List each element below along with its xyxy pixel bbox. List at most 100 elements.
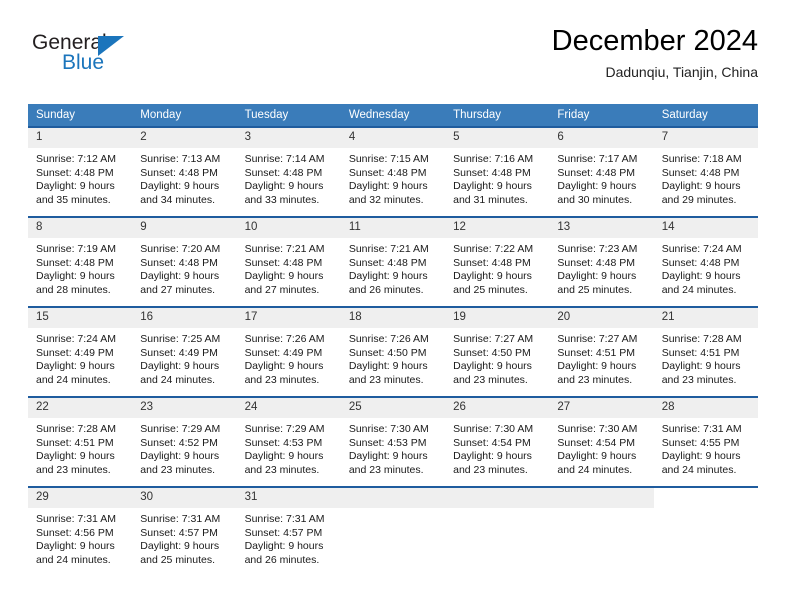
day-details: Sunrise: 7:26 AM Sunset: 4:50 PM Dayligh… [341, 328, 445, 387]
day-number [549, 488, 654, 508]
sunrise-text: Sunrise: 7:25 AM [140, 333, 221, 345]
day-cell[interactable]: 5 Sunrise: 7:16 AM Sunset: 4:48 PM Dayli… [445, 126, 550, 217]
week-row: 8 Sunrise: 7:19 AM Sunset: 4:48 PM Dayli… [28, 216, 758, 307]
weekday-header-saturday: Saturday [653, 104, 758, 127]
day-cell[interactable]: 26 Sunrise: 7:30 AM Sunset: 4:54 PM Dayl… [445, 396, 550, 487]
day-details: Sunrise: 7:31 AM Sunset: 4:57 PM Dayligh… [237, 508, 341, 567]
day-cell[interactable]: 27 Sunrise: 7:30 AM Sunset: 4:54 PM Dayl… [549, 396, 654, 487]
week-row: 22 Sunrise: 7:28 AM Sunset: 4:51 PM Dayl… [28, 396, 758, 487]
daylight-text-line1: Daylight: 9 hours [453, 180, 532, 193]
daylight-text-line2: and 33 minutes. [244, 193, 320, 206]
sunrise-text: Sunrise: 7:31 AM [244, 513, 325, 525]
daylight-text-line2: and 23 minutes. [348, 373, 424, 386]
sunset-text: Sunset: 4:48 PM [453, 166, 531, 179]
day-details: Sunrise: 7:24 AM Sunset: 4:48 PM Dayligh… [654, 238, 758, 297]
day-cell[interactable]: 25 Sunrise: 7:30 AM Sunset: 4:53 PM Dayl… [340, 396, 446, 487]
sunrise-text: Sunrise: 7:27 AM [453, 333, 534, 345]
sunrise-text: Sunrise: 7:27 AM [557, 333, 638, 345]
day-cell[interactable]: 28 Sunrise: 7:31 AM Sunset: 4:55 PM Dayl… [653, 396, 758, 487]
daylight-text-line1: Daylight: 9 hours [661, 360, 741, 373]
sunrise-text: Sunrise: 7:14 AM [244, 153, 325, 165]
day-cell-empty [549, 486, 654, 577]
day-cell[interactable]: 3 Sunrise: 7:14 AM Sunset: 4:48 PM Dayli… [236, 126, 341, 217]
day-cell[interactable]: 4 Sunrise: 7:15 AM Sunset: 4:48 PM Dayli… [340, 126, 446, 217]
day-cell[interactable]: 2 Sunrise: 7:13 AM Sunset: 4:48 PM Dayli… [132, 126, 237, 217]
day-cell[interactable]: 30 Sunrise: 7:31 AM Sunset: 4:57 PM Dayl… [132, 486, 237, 577]
day-cell[interactable]: 9 Sunrise: 7:20 AM Sunset: 4:48 PM Dayli… [132, 216, 237, 307]
day-cell[interactable]: 29 Sunrise: 7:31 AM Sunset: 4:56 PM Dayl… [28, 486, 133, 577]
day-number: 16 [132, 308, 237, 328]
sunset-text: Sunset: 4:54 PM [557, 436, 636, 449]
sunset-text: Sunset: 4:51 PM [36, 436, 114, 449]
day-details [549, 508, 653, 575]
daylight-text-line2: and 23 minutes. [453, 463, 528, 476]
sunset-text: Sunset: 4:52 PM [140, 436, 218, 449]
day-cell-empty [340, 486, 446, 577]
day-cell[interactable]: 23 Sunrise: 7:29 AM Sunset: 4:52 PM Dayl… [132, 396, 237, 487]
day-cell[interactable]: 15 Sunrise: 7:24 AM Sunset: 4:49 PM Dayl… [28, 306, 133, 397]
day-details: Sunrise: 7:21 AM Sunset: 4:48 PM Dayligh… [237, 238, 341, 297]
daylight-text-line1: Daylight: 9 hours [348, 360, 428, 373]
day-cell[interactable]: 17 Sunrise: 7:26 AM Sunset: 4:49 PM Dayl… [236, 306, 341, 397]
day-number: 7 [653, 128, 758, 148]
daylight-text-line2: and 23 minutes. [661, 373, 737, 386]
sunset-text: Sunset: 4:48 PM [244, 166, 323, 179]
day-cell[interactable]: 21 Sunrise: 7:28 AM Sunset: 4:51 PM Dayl… [653, 306, 758, 397]
sunset-text: Sunset: 4:50 PM [348, 346, 427, 359]
day-cell[interactable]: 18 Sunrise: 7:26 AM Sunset: 4:50 PM Dayl… [340, 306, 446, 397]
day-details [654, 508, 758, 575]
daylight-text-line2: and 23 minutes. [244, 463, 320, 476]
day-cell[interactable]: 24 Sunrise: 7:29 AM Sunset: 4:53 PM Dayl… [236, 396, 341, 487]
day-cell[interactable]: 11 Sunrise: 7:21 AM Sunset: 4:48 PM Dayl… [340, 216, 446, 307]
day-cell[interactable]: 7 Sunrise: 7:18 AM Sunset: 4:48 PM Dayli… [653, 126, 758, 217]
day-cell[interactable]: 10 Sunrise: 7:21 AM Sunset: 4:48 PM Dayl… [236, 216, 341, 307]
day-number: 13 [549, 218, 654, 238]
daylight-text-line1: Daylight: 9 hours [140, 360, 220, 373]
daylight-text-line1: Daylight: 9 hours [36, 540, 115, 553]
sunrise-text: Sunrise: 7:31 AM [36, 513, 116, 525]
day-details: Sunrise: 7:16 AM Sunset: 4:48 PM Dayligh… [445, 148, 549, 207]
daylight-text-line1: Daylight: 9 hours [557, 360, 637, 373]
day-number: 25 [340, 398, 446, 418]
day-cell[interactable]: 12 Sunrise: 7:22 AM Sunset: 4:48 PM Dayl… [445, 216, 550, 307]
day-cell[interactable]: 20 Sunrise: 7:27 AM Sunset: 4:51 PM Dayl… [549, 306, 654, 397]
day-cell[interactable]: 22 Sunrise: 7:28 AM Sunset: 4:51 PM Dayl… [28, 396, 133, 487]
day-cell[interactable]: 14 Sunrise: 7:24 AM Sunset: 4:48 PM Dayl… [653, 216, 758, 307]
sunset-text: Sunset: 4:55 PM [661, 436, 740, 449]
day-details: Sunrise: 7:12 AM Sunset: 4:48 PM Dayligh… [28, 148, 132, 207]
calendar-page: General Blue December 2024 Dadunqiu, Tia… [0, 0, 792, 612]
day-cell[interactable]: 13 Sunrise: 7:23 AM Sunset: 4:48 PM Dayl… [549, 216, 654, 307]
day-number [653, 488, 758, 508]
sunset-text: Sunset: 4:50 PM [453, 346, 531, 359]
week-row: 29 Sunrise: 7:31 AM Sunset: 4:56 PM Dayl… [28, 486, 758, 577]
day-cell[interactable]: 19 Sunrise: 7:27 AM Sunset: 4:50 PM Dayl… [445, 306, 550, 397]
page-header: General Blue December 2024 Dadunqiu, Tia… [28, 24, 758, 94]
day-cell-empty [445, 486, 550, 577]
sunset-text: Sunset: 4:48 PM [36, 256, 114, 269]
daylight-text-line1: Daylight: 9 hours [140, 450, 220, 463]
day-details: Sunrise: 7:17 AM Sunset: 4:48 PM Dayligh… [549, 148, 653, 207]
day-cell[interactable]: 1 Sunrise: 7:12 AM Sunset: 4:48 PM Dayli… [28, 126, 133, 217]
daylight-text-line1: Daylight: 9 hours [557, 270, 637, 283]
day-details: Sunrise: 7:29 AM Sunset: 4:53 PM Dayligh… [237, 418, 341, 477]
daylight-text-line1: Daylight: 9 hours [140, 540, 220, 553]
day-cell[interactable]: 16 Sunrise: 7:25 AM Sunset: 4:49 PM Dayl… [132, 306, 237, 397]
weekday-header-wednesday: Wednesday [340, 104, 446, 127]
day-details: Sunrise: 7:13 AM Sunset: 4:48 PM Dayligh… [132, 148, 236, 207]
daylight-text-line2: and 24 minutes. [36, 553, 111, 566]
sunset-text: Sunset: 4:48 PM [348, 166, 427, 179]
day-cell[interactable]: 31 Sunrise: 7:31 AM Sunset: 4:57 PM Dayl… [236, 486, 341, 577]
day-number: 19 [445, 308, 550, 328]
general-blue-logo[interactable]: General Blue [32, 32, 162, 84]
day-cell-empty [653, 486, 758, 577]
sunrise-text: Sunrise: 7:31 AM [661, 423, 742, 435]
sunrise-text: Sunrise: 7:22 AM [453, 243, 534, 255]
day-cell[interactable]: 8 Sunrise: 7:19 AM Sunset: 4:48 PM Dayli… [28, 216, 133, 307]
day-cell[interactable]: 6 Sunrise: 7:17 AM Sunset: 4:48 PM Dayli… [549, 126, 654, 217]
daylight-text-line1: Daylight: 9 hours [244, 540, 324, 553]
daylight-text-line2: and 23 minutes. [36, 463, 111, 476]
daylight-text-line2: and 24 minutes. [661, 463, 737, 476]
title-block: December 2024 Dadunqiu, Tianjin, China [552, 24, 758, 82]
day-details: Sunrise: 7:14 AM Sunset: 4:48 PM Dayligh… [237, 148, 341, 207]
day-number: 27 [549, 398, 654, 418]
